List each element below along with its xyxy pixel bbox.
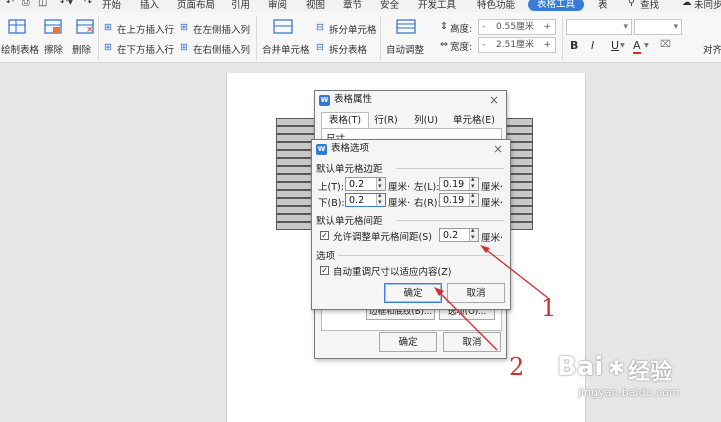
arrow-2 bbox=[437, 290, 498, 351]
watermark-logo: Bai bbox=[557, 352, 604, 382]
watermark-cn: 经验 bbox=[628, 360, 673, 385]
annotation-1: 1 bbox=[541, 294, 557, 322]
annotation-2: 2 bbox=[509, 353, 525, 381]
watermark-url: jingyan.baidu.com bbox=[578, 386, 680, 399]
arrow-1 bbox=[483, 247, 549, 299]
watermark-paw-icon: ✱ bbox=[608, 356, 625, 380]
